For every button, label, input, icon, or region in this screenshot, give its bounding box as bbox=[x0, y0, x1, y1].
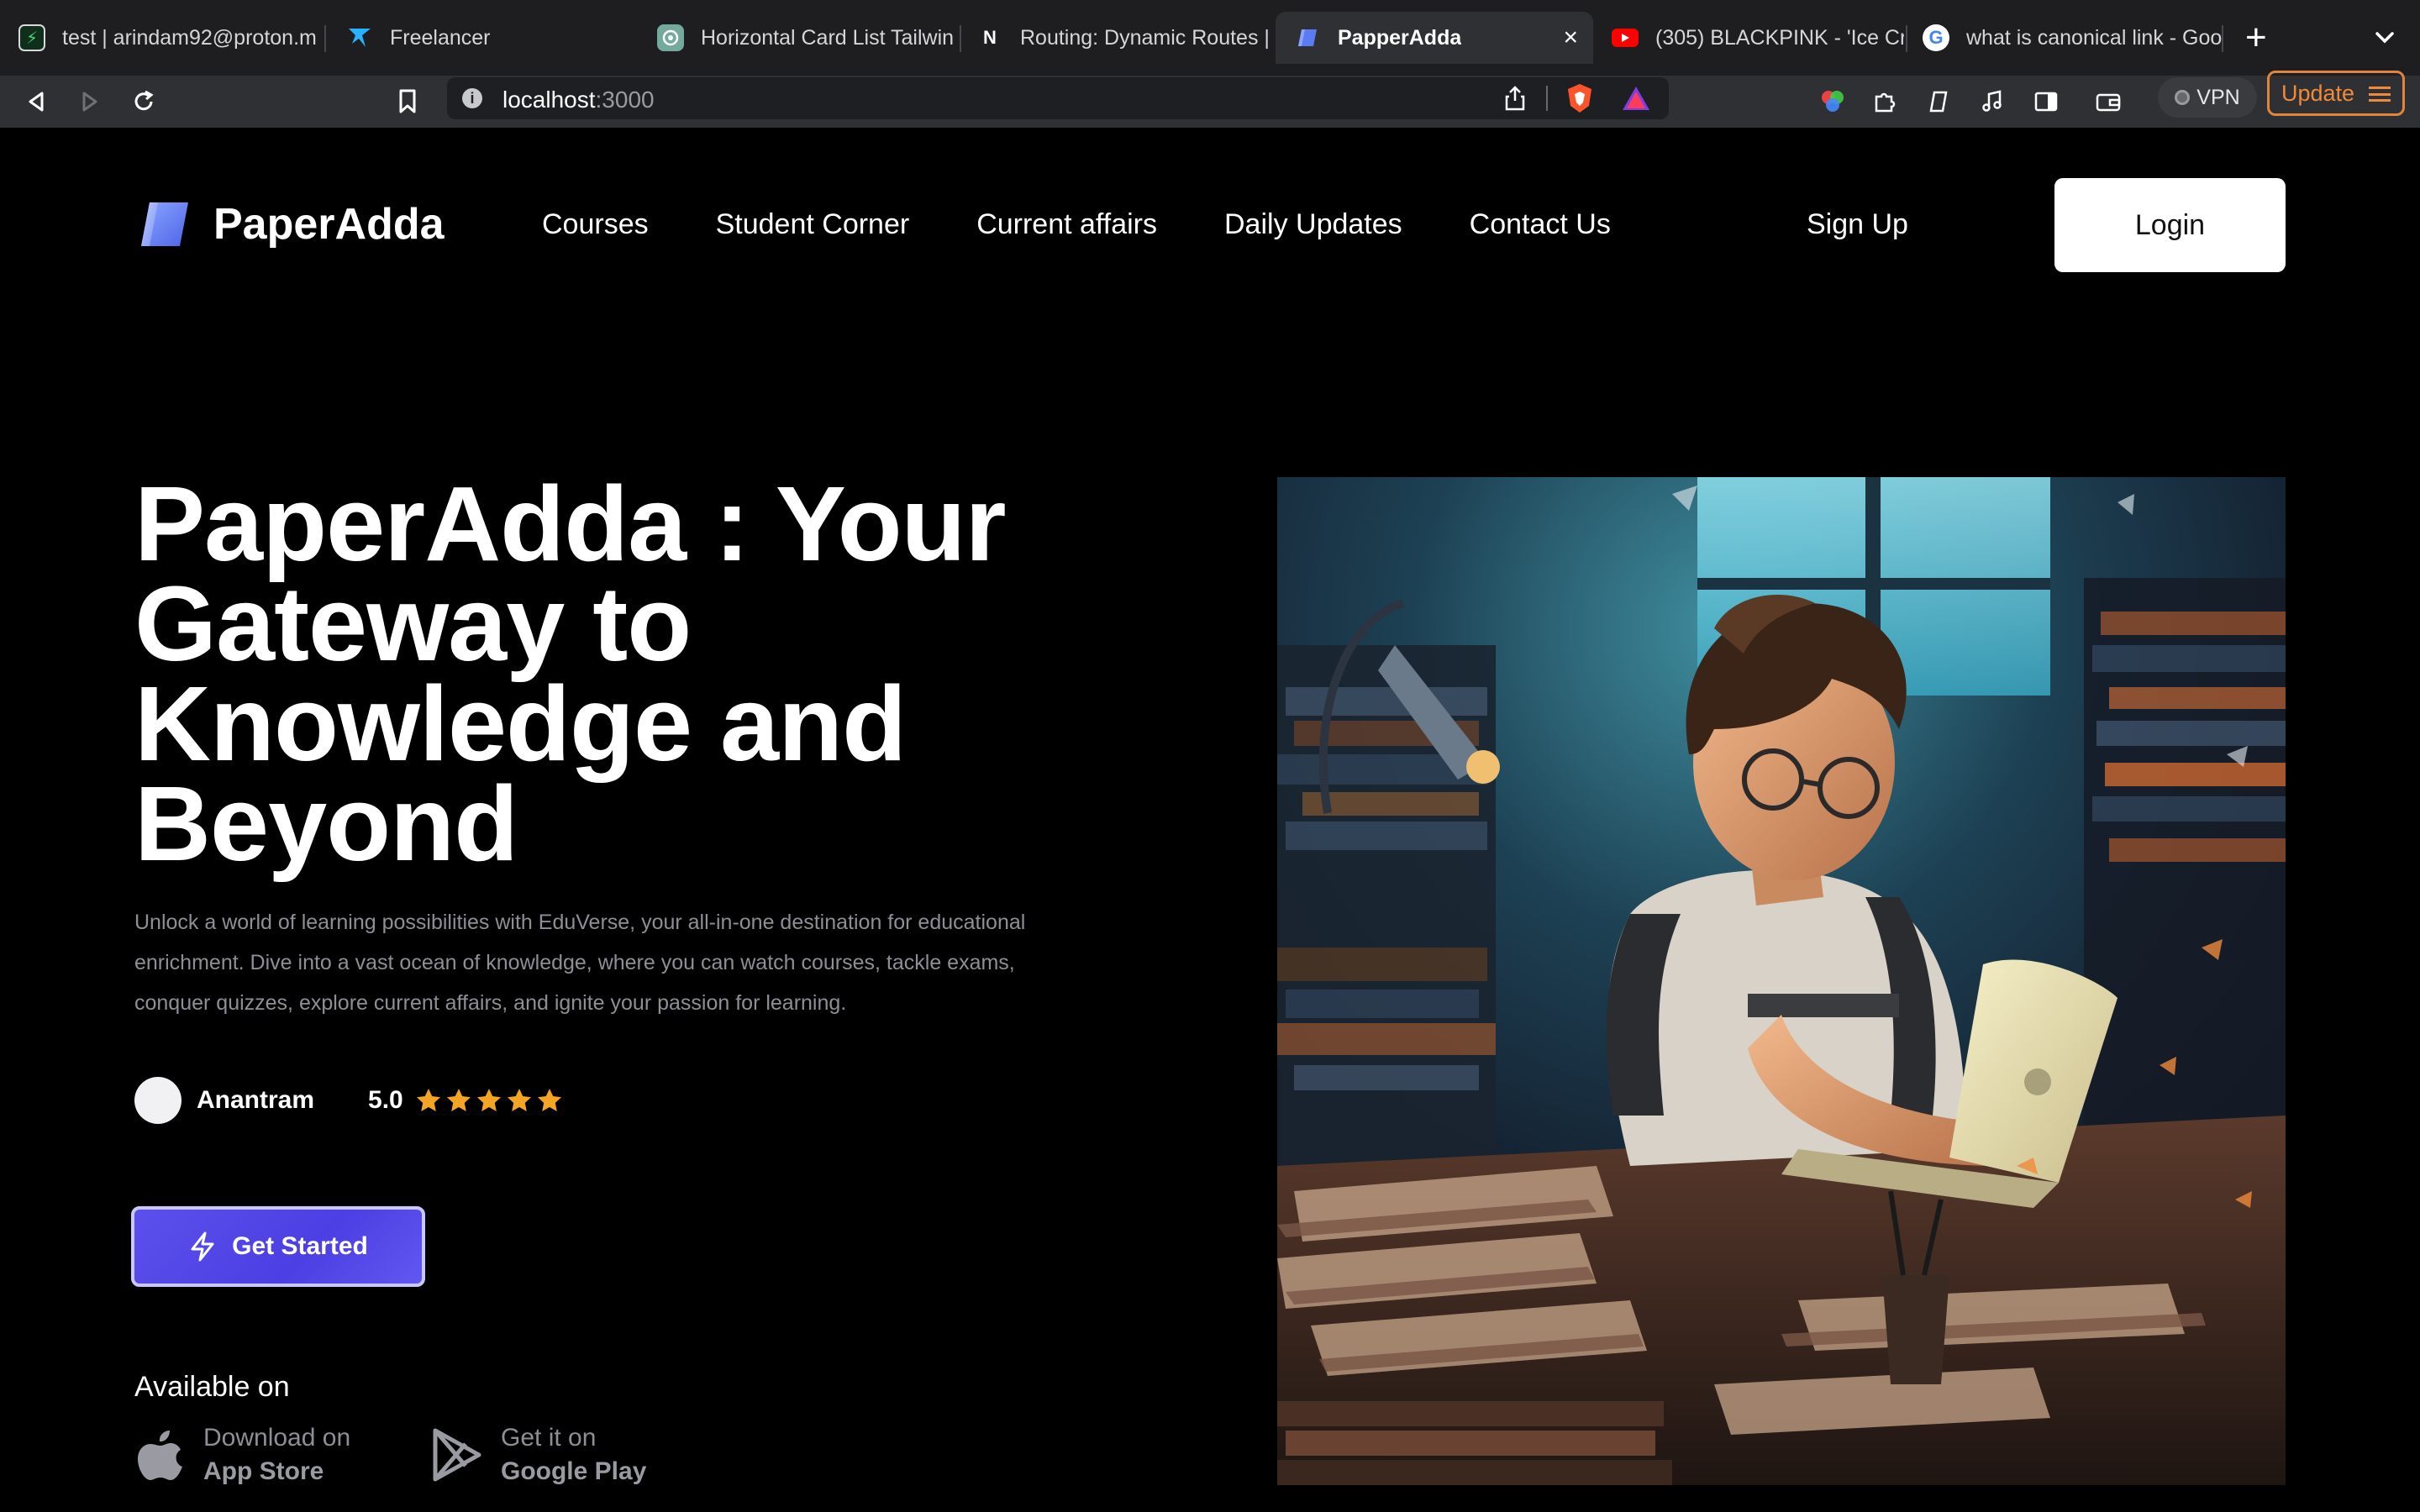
hero-title: PaperAdda : Your Gateway to Knowledge an… bbox=[134, 465, 1007, 883]
url-text: localhost:3000 bbox=[502, 87, 655, 113]
star-icon bbox=[416, 1089, 440, 1111]
freelancer-bird-icon bbox=[346, 24, 373, 51]
forward-button[interactable] bbox=[71, 82, 109, 121]
paperadda-icon bbox=[1294, 24, 1321, 51]
google-icon: G bbox=[1923, 24, 1949, 51]
paperadda-logo-icon bbox=[141, 202, 188, 246]
tab-papperadda[interactable]: PapperAdda × bbox=[1276, 12, 1593, 64]
hero-illustration-student-laptop bbox=[1277, 477, 2286, 1485]
star-icon bbox=[537, 1089, 561, 1111]
tab-app-icon: ⚡ bbox=[18, 24, 45, 51]
site-logo[interactable]: PaperAdda bbox=[134, 199, 445, 249]
share-icon[interactable] bbox=[1502, 84, 1528, 117]
site-info-icon[interactable]: i bbox=[462, 88, 482, 108]
reload-button[interactable] bbox=[124, 82, 163, 121]
tab-nextjs-routing[interactable]: N Routing: Dynamic Routes | bbox=[958, 12, 1270, 64]
vpn-status-dot bbox=[2175, 90, 2191, 105]
youtube-icon bbox=[1612, 24, 1639, 51]
leo-ai-icon[interactable] bbox=[1919, 82, 1958, 121]
star-icon bbox=[507, 1089, 531, 1111]
tab-freelancer[interactable]: Freelancer bbox=[328, 12, 647, 64]
vpn-button[interactable]: VPN bbox=[2158, 77, 2257, 118]
wallet-icon[interactable] bbox=[2089, 82, 2128, 121]
tab-test[interactable]: ⚡ test | arindam92@proton.m bbox=[0, 12, 323, 64]
address-bar[interactable]: i localhost:3000 bbox=[447, 77, 1669, 119]
sign-up-link[interactable]: Sign Up bbox=[1807, 208, 1908, 241]
tab-youtube[interactable]: (305) BLACKPINK - 'Ice Cr bbox=[1593, 12, 1904, 64]
update-button[interactable]: Update bbox=[2267, 71, 2405, 116]
urlbar-separator bbox=[1546, 86, 1548, 111]
tab-separator bbox=[2222, 25, 2223, 52]
google-play-link[interactable]: Get it on Google Play bbox=[430, 1421, 646, 1488]
nextjs-icon: N bbox=[983, 27, 997, 48]
extensions-puzzle-icon[interactable] bbox=[1865, 82, 1904, 121]
login-button[interactable]: Login bbox=[2054, 178, 2286, 272]
nav-current-affairs[interactable]: Current affairs bbox=[976, 208, 1157, 241]
nav-student-corner[interactable]: Student Corner bbox=[716, 208, 910, 241]
app-store-link[interactable]: Download on App Store bbox=[136, 1421, 350, 1488]
star-rating bbox=[415, 1087, 566, 1114]
apple-icon bbox=[138, 1431, 182, 1480]
new-tab-button[interactable]: + bbox=[2245, 17, 2267, 59]
page-content: PaperAdda Courses Student Corner Current… bbox=[0, 128, 2420, 1512]
hero-description: Unlock a world of learning possibilities… bbox=[134, 911, 1026, 1015]
get-started-button[interactable]: Get Started bbox=[131, 1206, 425, 1287]
bookmark-icon[interactable] bbox=[388, 82, 427, 121]
brand-name: PaperAdda bbox=[213, 200, 445, 249]
brave-shields-icon[interactable] bbox=[1565, 82, 1595, 118]
brave-rewards-icon[interactable] bbox=[1620, 84, 1652, 117]
sidebar-toggle-icon[interactable] bbox=[2027, 82, 2065, 121]
nav-courses[interactable]: Courses bbox=[542, 208, 649, 241]
available-on-heading: Available on bbox=[134, 1371, 290, 1403]
tab-list-chevron-icon[interactable] bbox=[2375, 20, 2395, 54]
tab-google[interactable]: G what is canonical link - Goo bbox=[1904, 12, 2225, 64]
close-tab-icon[interactable]: × bbox=[1563, 24, 1578, 52]
music-note-icon[interactable] bbox=[1973, 82, 2012, 121]
reviewer-name: Anantram bbox=[197, 1086, 315, 1114]
tab-tailwind-card-list[interactable]: Horizontal Card List Tailwin bbox=[639, 12, 961, 64]
browser-tab-strip: ⚡ test | arindam92@proton.m Freelancer H… bbox=[0, 0, 2420, 76]
extension-colorwheel-icon[interactable] bbox=[1813, 82, 1852, 121]
hamburger-menu-icon[interactable] bbox=[2369, 87, 2391, 102]
avatar bbox=[134, 1077, 182, 1124]
nav-daily-updates[interactable]: Daily Updates bbox=[1224, 208, 1402, 241]
rating-value: 5.0 bbox=[368, 1086, 403, 1114]
nav-contact-us[interactable]: Contact Us bbox=[1470, 208, 1611, 241]
lightning-icon bbox=[191, 1231, 214, 1262]
back-button[interactable] bbox=[17, 82, 55, 121]
chatgpt-icon bbox=[657, 24, 684, 51]
main-nav: Courses Student Corner Current affairs D… bbox=[542, 208, 1678, 241]
tab-separator bbox=[324, 25, 326, 52]
star-icon bbox=[446, 1089, 471, 1111]
google-play-icon bbox=[433, 1428, 481, 1482]
reviewer-rating: Anantram 5.0 bbox=[134, 1077, 566, 1124]
star-icon bbox=[476, 1089, 501, 1111]
